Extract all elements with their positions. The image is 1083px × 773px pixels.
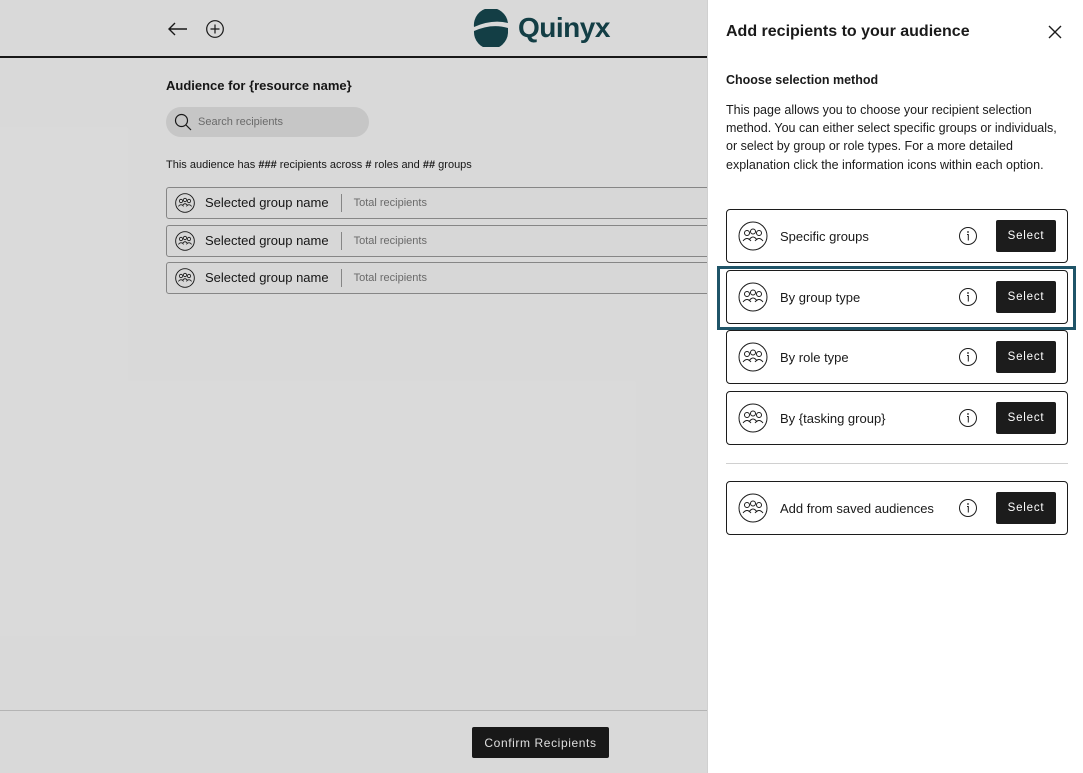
- description-text: This page allows you to choose your reci…: [726, 103, 1057, 172]
- option-label: By role type: [780, 349, 849, 365]
- option-by-role-type[interactable]: By role type Select: [726, 330, 1068, 384]
- group-icon: [738, 282, 768, 312]
- group-icon: [738, 221, 768, 251]
- group-icon: [738, 342, 768, 372]
- info-icon[interactable]: [958, 408, 978, 428]
- select-button[interactable]: Select: [996, 341, 1056, 373]
- info-icon[interactable]: [958, 287, 978, 307]
- option-label: By group type: [780, 289, 861, 305]
- modal-overlay[interactable]: [0, 0, 708, 773]
- option-label: Specific groups: [780, 228, 869, 244]
- info-icon[interactable]: [958, 226, 978, 246]
- select-button[interactable]: Select: [996, 492, 1056, 524]
- select-button[interactable]: Select: [996, 402, 1056, 434]
- add-recipients-drawer: Add recipients to your audience Choose s…: [707, 0, 1083, 773]
- option-label: By {tasking group}: [780, 410, 886, 426]
- drawer-title: Add recipients to your audience: [726, 23, 970, 40]
- close-icon[interactable]: [1045, 22, 1065, 42]
- option-by-group-type[interactable]: By group type Select: [726, 270, 1068, 324]
- group-icon: [738, 403, 768, 433]
- option-specific-groups[interactable]: Specific groups Select: [726, 209, 1068, 263]
- section-heading: Choose selection method: [726, 73, 879, 87]
- option-by-tasking-group[interactable]: By {tasking group} Select: [726, 391, 1068, 445]
- info-icon[interactable]: [958, 347, 978, 367]
- option-label: Add from saved audiences: [780, 500, 934, 516]
- option-saved-audiences[interactable]: Add from saved audiences Select: [726, 481, 1068, 535]
- divider: [726, 463, 1068, 464]
- select-button[interactable]: Select: [996, 220, 1056, 252]
- group-icon: [738, 493, 768, 523]
- info-icon[interactable]: [958, 498, 978, 518]
- select-button[interactable]: Select: [996, 281, 1056, 313]
